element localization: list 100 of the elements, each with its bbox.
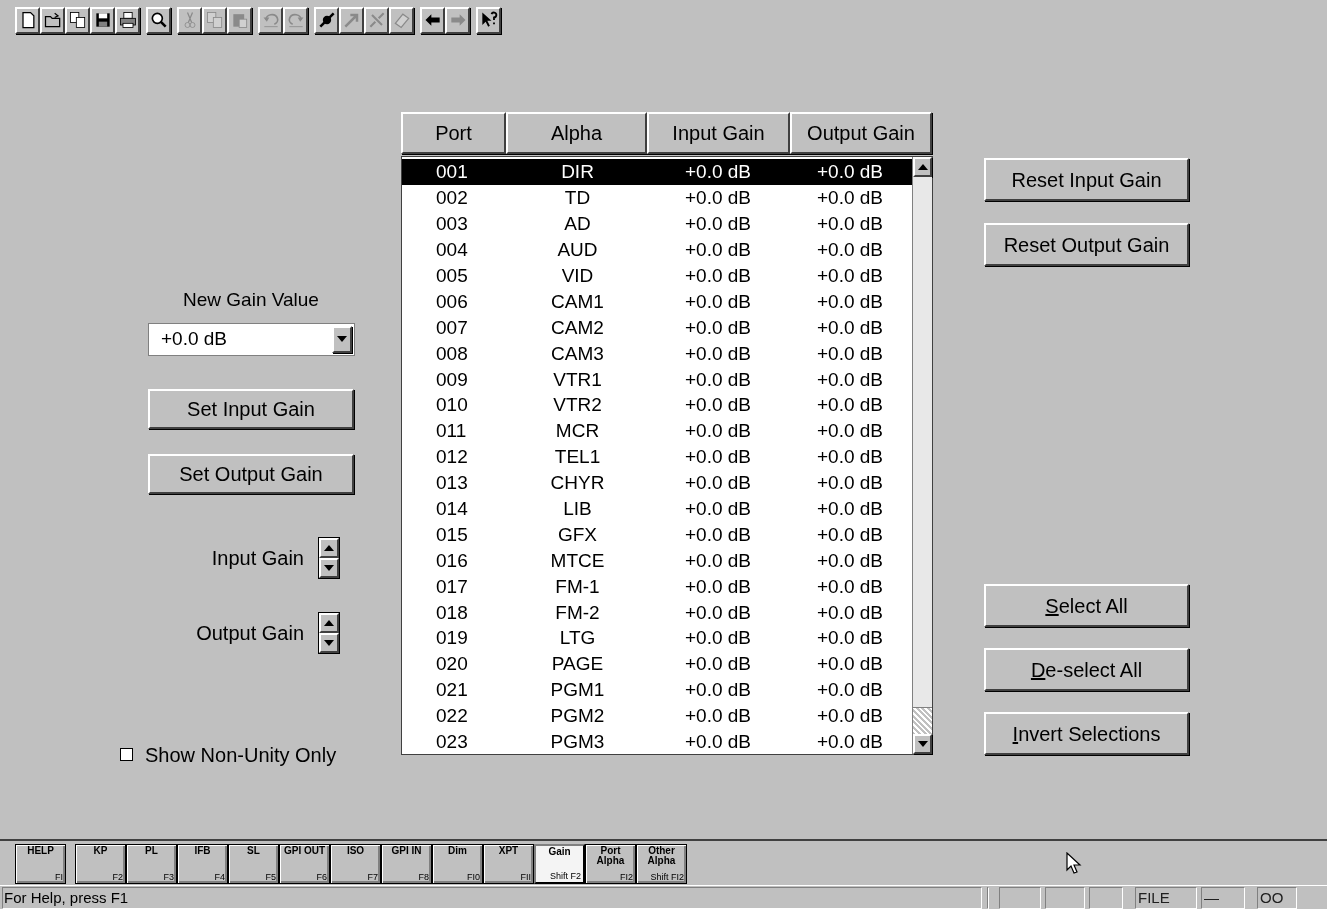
left-arrow-button[interactable] xyxy=(420,6,445,34)
function-key[interactable]: HELP FI xyxy=(15,844,66,884)
table-cell-text: +0.0 dB xyxy=(684,576,752,596)
table-cell-text: +0.0 dB xyxy=(816,317,884,337)
table-row[interactable]: 021 PGM1 +0.0 dB +0.0 dB xyxy=(402,676,912,703)
table-cell-text: +0.0 dB xyxy=(816,188,884,208)
table-cell-text: 018 xyxy=(435,602,469,622)
floppy-disk-button[interactable] xyxy=(90,6,115,34)
documents-button[interactable] xyxy=(65,6,90,34)
function-key[interactable]: IFB F4 xyxy=(177,844,228,884)
action-button[interactable]: Reset Input Gain xyxy=(984,158,1189,201)
plug-button[interactable] xyxy=(314,6,339,34)
function-key[interactable]: Port Alpha FI2 xyxy=(585,844,636,884)
table-row[interactable]: 023 PGM3 +0.0 dB +0.0 dB xyxy=(402,728,912,755)
table-row[interactable]: 016 MTCE +0.0 dB +0.0 dB xyxy=(402,547,912,574)
table-row[interactable]: 020 PAGE +0.0 dB +0.0 dB xyxy=(402,650,912,677)
table-cell-text: CHYR xyxy=(549,473,606,493)
action-button[interactable]: De-select All xyxy=(984,648,1189,691)
pointer-question-button[interactable] xyxy=(476,6,501,34)
table-row[interactable]: 012 TEL1 +0.0 dB +0.0 dB xyxy=(402,443,912,470)
table-row[interactable]: 013 CHYR +0.0 dB +0.0 dB xyxy=(402,469,912,496)
table-row[interactable]: 017 FM-1 +0.0 dB +0.0 dB xyxy=(402,573,912,600)
function-key[interactable]: SL F5 xyxy=(228,844,279,884)
table-cell-text: +0.0 dB xyxy=(816,369,884,389)
spin-buttons[interactable] xyxy=(318,536,340,579)
table-row[interactable]: 011 MCR +0.0 dB +0.0 dB xyxy=(402,417,912,444)
function-key[interactable]: Dim FI0 xyxy=(432,844,483,884)
folder-button[interactable] xyxy=(40,6,65,34)
table-cell-text: MTCE xyxy=(549,550,606,570)
function-key[interactable]: ISO F7 xyxy=(330,844,381,884)
table-row[interactable]: 008 CAM3 +0.0 dB +0.0 dB xyxy=(402,340,912,367)
gain-button[interactable]: Set Input Gain xyxy=(148,388,354,429)
spinner-label: Output Gain xyxy=(196,620,304,646)
column-header[interactable]: Output Gain xyxy=(790,112,932,154)
eraser-button[interactable] xyxy=(389,6,414,34)
table-cell-text: 002 xyxy=(435,188,469,208)
table-row[interactable]: 015 GFX +0.0 dB +0.0 dB xyxy=(402,521,912,548)
broken-line-button[interactable] xyxy=(364,6,389,34)
table-cell-text: +0.0 dB xyxy=(816,706,884,726)
gain-button[interactable]: Set Output Gain xyxy=(148,453,354,494)
diagonal-arrow-button[interactable] xyxy=(339,6,364,34)
table-cell-text: 014 xyxy=(435,499,469,518)
column-header[interactable]: Alpha xyxy=(506,112,647,154)
table-cell-text: +0.0 dB xyxy=(684,550,752,570)
table-cell-text: +0.0 dB xyxy=(816,240,884,260)
table-cell-text: +0.0 dB xyxy=(816,654,884,674)
function-key[interactable]: GPI IN F8 xyxy=(381,844,432,884)
function-key[interactable]: GPI OUT F6 xyxy=(279,844,330,884)
redo-arrow-button[interactable] xyxy=(283,6,308,34)
table-row[interactable]: 007 CAM2 +0.0 dB +0.0 dB xyxy=(402,314,912,341)
undo-arrow-button[interactable] xyxy=(258,6,283,34)
table-cell-text: VTR1 xyxy=(552,369,603,389)
table-cell-text: 012 xyxy=(435,447,469,467)
function-key[interactable]: Other Alpha Shift FI2 xyxy=(636,844,687,884)
table-row[interactable]: 002 TD +0.0 dB +0.0 dB xyxy=(402,184,912,211)
spin-buttons[interactable] xyxy=(318,611,340,654)
table-row[interactable]: 014 LIB +0.0 dB +0.0 dB xyxy=(402,495,912,522)
table-row[interactable]: 006 CAM1 +0.0 dB +0.0 dB xyxy=(402,288,912,315)
port-list[interactable] xyxy=(401,156,933,756)
table-cell-text: +0.0 dB xyxy=(816,732,884,752)
table-cell-text: 022 xyxy=(435,706,469,726)
table-row[interactable]: 005 VID +0.0 dB +0.0 dB xyxy=(402,262,912,289)
table-cell-text: +0.0 dB xyxy=(816,421,884,441)
table-row[interactable]: 010 VTR2 +0.0 dB +0.0 dB xyxy=(402,392,912,418)
table-row[interactable]: 018 FM-2 +0.0 dB +0.0 dB xyxy=(402,599,912,626)
action-button[interactable]: Invert Selections xyxy=(984,712,1189,755)
table-cell-text: +0.0 dB xyxy=(816,524,884,544)
scrollbar[interactable] xyxy=(912,157,932,755)
function-key[interactable]: XPT FII xyxy=(483,844,534,884)
documents-button[interactable] xyxy=(202,6,227,34)
table-cell-text: CAM2 xyxy=(550,317,605,337)
table-row[interactable]: 009 VTR1 +0.0 dB +0.0 dB xyxy=(402,366,912,392)
checkbox[interactable] xyxy=(120,748,133,761)
printer-button[interactable] xyxy=(115,6,140,34)
status-pane: — xyxy=(1201,886,1245,909)
table-cell-text: +0.0 dB xyxy=(684,706,752,726)
table-cell-text: VID xyxy=(560,266,595,285)
right-arrow-button[interactable] xyxy=(445,6,470,34)
table-cell-text: +0.0 dB xyxy=(684,732,752,752)
function-key[interactable]: Gain Shift F2 xyxy=(534,844,585,884)
action-button[interactable]: Reset Output Gain xyxy=(984,223,1189,266)
clipboard-button[interactable] xyxy=(227,6,252,34)
table-row[interactable]: 003 AD +0.0 dB +0.0 dB xyxy=(402,210,912,237)
action-button[interactable]: Select All xyxy=(984,584,1189,627)
table-row[interactable]: 004 AUD +0.0 dB +0.0 dB xyxy=(402,236,912,263)
scissors-button[interactable] xyxy=(177,6,202,34)
column-header[interactable]: Port xyxy=(401,112,506,154)
page-button[interactable] xyxy=(15,6,40,34)
table-row[interactable]: 001 DIR +0.0 dB +0.0 dB xyxy=(402,159,912,185)
table-cell-text: 020 xyxy=(435,654,469,674)
function-key[interactable]: PL F3 xyxy=(126,844,177,884)
table-row[interactable]: 022 PGM2 +0.0 dB +0.0 dB xyxy=(402,702,912,729)
magnifier-button[interactable] xyxy=(146,6,171,34)
table-cell-text: +0.0 dB xyxy=(684,188,752,208)
table-cell-text: CAM1 xyxy=(550,291,605,311)
table-row[interactable]: 019 LTG +0.0 dB +0.0 dB xyxy=(402,625,912,651)
table-cell-text: +0.0 dB xyxy=(816,550,884,570)
function-key[interactable]: KP F2 xyxy=(75,844,126,884)
column-header[interactable]: Input Gain xyxy=(647,112,790,154)
gain-dropdown[interactable]: +0.0 dB xyxy=(148,322,355,356)
